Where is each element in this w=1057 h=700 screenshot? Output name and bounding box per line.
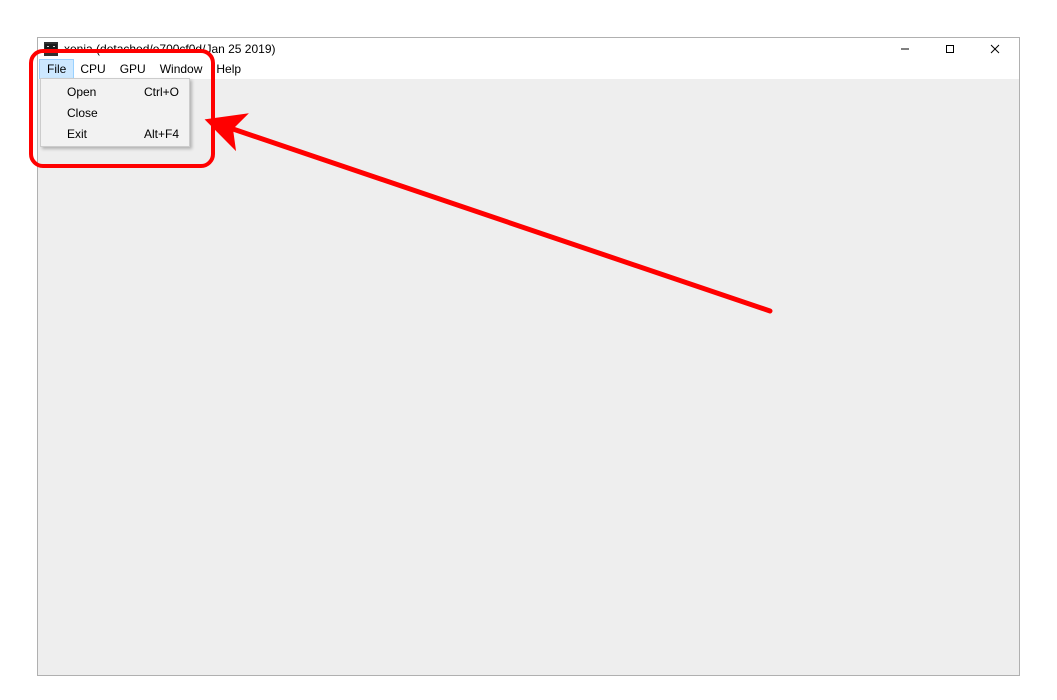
menu-item-close[interactable]: Close	[43, 102, 187, 123]
menu-label: File	[47, 62, 66, 76]
maximize-button[interactable]	[927, 38, 972, 60]
menu-file[interactable]: File	[40, 60, 73, 78]
menu-help[interactable]: Help	[209, 60, 248, 78]
menubar: File CPU GPU Window Help	[38, 60, 1019, 78]
menu-label: Window	[160, 62, 203, 76]
titlebar[interactable]: xenia (detached/e700cf0d/Jan 25 2019)	[38, 38, 1019, 60]
window-title: xenia (detached/e700cf0d/Jan 25 2019)	[64, 42, 882, 56]
menu-label: GPU	[120, 62, 146, 76]
app-icon	[44, 42, 58, 56]
file-menu-dropdown: Open Ctrl+O Close Exit Alt+F4	[40, 78, 190, 147]
minimize-button[interactable]	[882, 38, 927, 60]
menu-window[interactable]: Window	[153, 60, 210, 78]
menu-cpu[interactable]: CPU	[73, 60, 112, 78]
window-controls	[882, 38, 1017, 60]
menu-item-label: Close	[67, 106, 179, 120]
client-area	[38, 79, 1019, 675]
app-window: xenia (detached/e700cf0d/Jan 25 2019) Fi…	[37, 37, 1020, 676]
menu-item-shortcut: Alt+F4	[144, 127, 179, 141]
menu-label: CPU	[80, 62, 105, 76]
menu-label: Help	[216, 62, 241, 76]
menu-item-open[interactable]: Open Ctrl+O	[43, 81, 187, 102]
menu-item-label: Exit	[67, 127, 144, 141]
menu-item-label: Open	[67, 85, 144, 99]
close-button[interactable]	[972, 38, 1017, 60]
menu-gpu[interactable]: GPU	[113, 60, 153, 78]
menu-item-shortcut: Ctrl+O	[144, 85, 179, 99]
menu-item-exit[interactable]: Exit Alt+F4	[43, 123, 187, 144]
